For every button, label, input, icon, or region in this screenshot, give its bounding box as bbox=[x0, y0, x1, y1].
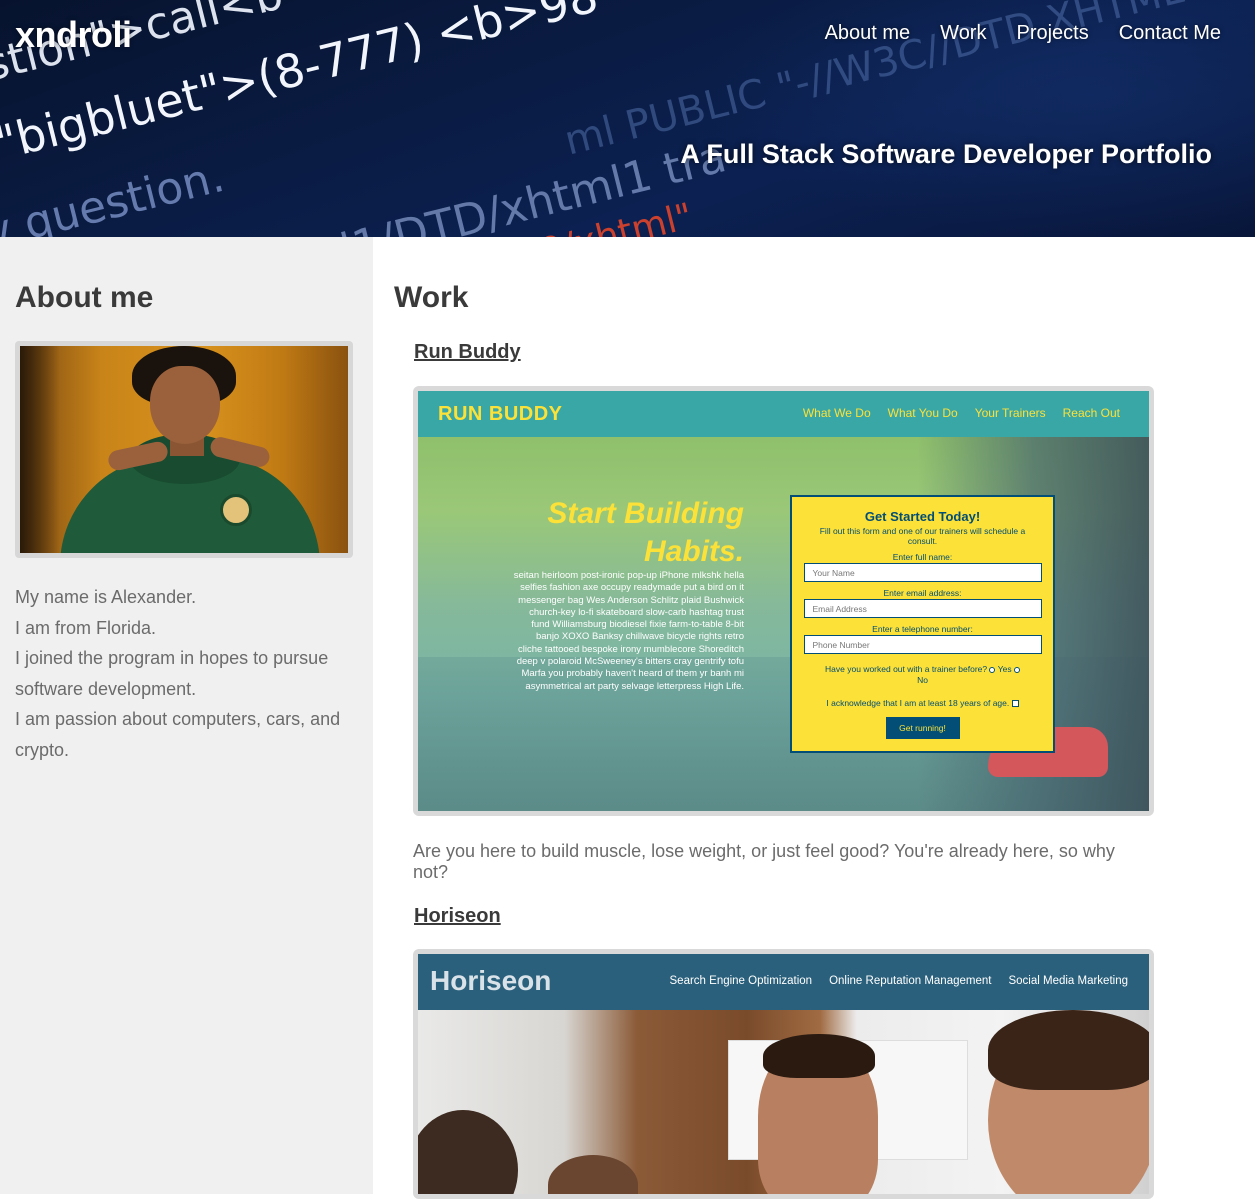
run-buddy-preview[interactable]: RUN BUDDY What We Do What You Do Your Tr… bbox=[418, 391, 1149, 811]
hero-header: stion">call<b "bigbluet">(8-777) <b>98 y… bbox=[0, 0, 1255, 237]
nav-link-work[interactable]: Work bbox=[940, 22, 986, 45]
form-label: Enter a telephone number: bbox=[872, 624, 973, 634]
form-label: Enter email address: bbox=[883, 588, 962, 598]
nav-link-contact-me[interactable]: Contact Me bbox=[1119, 22, 1221, 45]
run-buddy-nav: What We Do What You Do Your Trainers Rea… bbox=[803, 406, 1120, 420]
photo-person bbox=[418, 1110, 518, 1194]
run-buddy-signup-form: Get Started Today! Fill out this form an… bbox=[790, 495, 1055, 753]
radio-icon bbox=[1013, 666, 1020, 673]
profile-photo bbox=[20, 346, 348, 553]
main-nav: About me Work Projects Contact Me bbox=[825, 22, 1221, 45]
run-buddy-headline: Start Building Habits. bbox=[547, 497, 744, 568]
site-brand[interactable]: xndroli bbox=[15, 14, 132, 56]
photo-hoodie-logo bbox=[220, 494, 252, 526]
horiseon-hero-photo bbox=[418, 1010, 1149, 1194]
nav-link-about-me[interactable]: About me bbox=[825, 22, 911, 45]
form-name-field: Your Name bbox=[803, 563, 1042, 582]
project-preview-frame[interactable]: Horiseon Search Engine Optimization Onli… bbox=[413, 949, 1154, 1199]
hero-tagline: A Full Stack Software Developer Portfoli… bbox=[680, 139, 1212, 169]
run-buddy-nav-item: What We Do bbox=[802, 406, 871, 420]
bio-line: I am from Florida. bbox=[15, 617, 157, 638]
project-description: Are you here to build muscle, lose weigh… bbox=[413, 841, 1115, 882]
nav-link-projects[interactable]: Projects bbox=[1016, 22, 1088, 45]
about-heading: About me bbox=[15, 281, 154, 314]
form-title: Get Started Today! bbox=[864, 509, 981, 524]
horiseon-preview[interactable]: Horiseon Search Engine Optimization Onli… bbox=[418, 954, 1149, 1194]
form-email-field: Email Address bbox=[803, 599, 1042, 618]
radio-icon bbox=[989, 666, 996, 673]
run-buddy-nav-item: What You Do bbox=[887, 406, 958, 420]
horiseon-nav: Search Engine Optimization Online Reputa… bbox=[670, 975, 1128, 987]
horiseon-nav-item: Search Engine Optimization bbox=[669, 975, 813, 987]
form-question: Have you worked out with a trainer befor… bbox=[792, 664, 1053, 686]
profile-photo-frame bbox=[15, 341, 353, 558]
run-buddy-header: RUN BUDDY What We Do What You Do Your Tr… bbox=[418, 391, 1149, 437]
form-submit-button: Get running! bbox=[885, 717, 960, 739]
photo-person-hair bbox=[763, 1034, 875, 1078]
about-bio: My name is Alexander. I am from Florida.… bbox=[15, 582, 360, 765]
bio-line: My name is Alexander. bbox=[15, 587, 197, 607]
horiseon-logo: Horiseon bbox=[430, 965, 552, 996]
run-buddy-body-text: seitan heirloom post-ironic pop-up iPhon… bbox=[513, 570, 744, 692]
run-buddy-nav-item: Reach Out bbox=[1062, 406, 1120, 420]
horiseon-header: Horiseon Search Engine Optimization Onli… bbox=[418, 954, 1149, 1010]
form-acknowledge: I acknowledge that I am at least 18 year… bbox=[792, 698, 1053, 708]
bio-line: I am passion about computers, cars, and … bbox=[15, 709, 341, 760]
project-title-run-buddy[interactable]: Run Buddy bbox=[414, 341, 521, 364]
form-yes-label: Yes bbox=[997, 664, 1012, 674]
form-label: Enter full name: bbox=[892, 552, 953, 562]
run-buddy-hero: Start Building Habits. seitan heirloom p… bbox=[418, 437, 1149, 811]
work-heading: Work bbox=[394, 281, 469, 314]
photo-face bbox=[150, 366, 220, 444]
run-buddy-nav-item: Your Trainers bbox=[974, 406, 1046, 420]
photo-person-hair bbox=[988, 1010, 1149, 1090]
checkbox-icon bbox=[1011, 700, 1019, 708]
horiseon-nav-item: Online Reputation Management bbox=[829, 975, 992, 987]
bio-line: I joined the program in hopes to pursue … bbox=[15, 648, 329, 699]
about-sidebar: About me My name is Alexander. I am from… bbox=[0, 237, 373, 1194]
run-buddy-logo: RUN BUDDY bbox=[438, 403, 563, 425]
hero-code-line: y question. bbox=[0, 150, 230, 237]
project-preview-frame[interactable]: RUN BUDDY What We Do What You Do Your Tr… bbox=[413, 386, 1154, 816]
photo-person bbox=[548, 1155, 638, 1194]
form-no-label: No bbox=[917, 675, 928, 685]
form-question-text: Have you worked out with a trainer befor… bbox=[825, 664, 988, 674]
form-phone-field: Phone Number bbox=[803, 635, 1042, 654]
horiseon-nav-item: Social Media Marketing bbox=[1008, 975, 1128, 987]
form-acknowledge-text: I acknowledge that I am at least 18 year… bbox=[826, 698, 1010, 708]
photo-shadow bbox=[20, 346, 60, 553]
form-subtitle: Fill out this form and one of our traine… bbox=[819, 526, 1026, 546]
project-title-horiseon[interactable]: Horiseon bbox=[414, 905, 501, 928]
